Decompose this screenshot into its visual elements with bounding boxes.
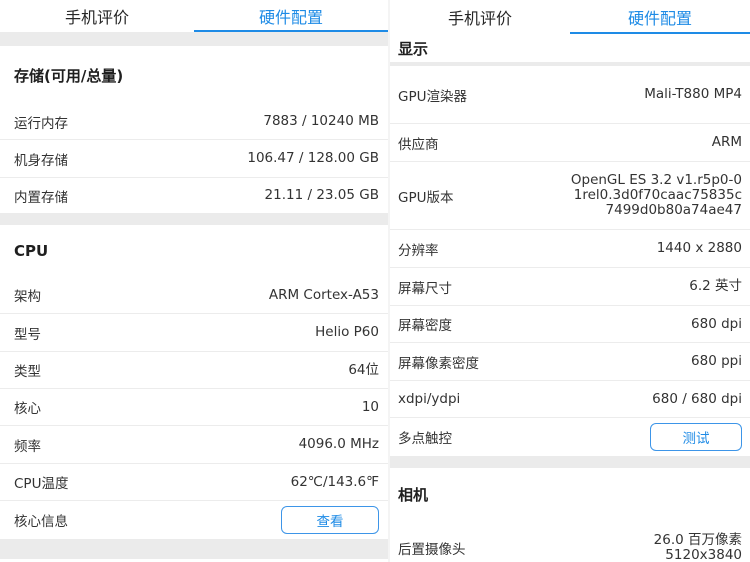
value-line: 26.0 百万像素	[653, 532, 742, 548]
tab-bar: 手机评价 硬件配置	[0, 0, 388, 32]
tab-hardware-config[interactable]: 硬件配置	[194, 0, 388, 32]
test-multitouch-button[interactable]: 测试	[650, 423, 742, 451]
section-gap	[390, 456, 750, 468]
row-label: 分辨率	[398, 242, 439, 259]
row-value: 62℃/143.6℉	[290, 473, 379, 490]
row-label: 内置存储	[14, 189, 68, 206]
value-line: 7499d0b80a74ae47	[605, 202, 742, 218]
row-label: 后置摄像头	[398, 542, 466, 558]
info-row-resolution: 分辨率 1440 x 2880	[390, 230, 750, 268]
row-label: GPU版本	[398, 189, 454, 206]
value-line: 5120x3840	[665, 547, 742, 562]
info-row-gpu-version: GPU版本 OpenGL ES 3.2 v1.r5p0-0 1rel0.3d0f…	[390, 162, 750, 230]
row-label: 架构	[14, 289, 41, 305]
info-row-internal-storage: 机身存储 106.47 / 128.00 GB	[0, 140, 388, 178]
row-value: 6.2 英寸	[689, 278, 742, 294]
row-value-multiline: OpenGL ES 3.2 v1.r5p0-0 1rel0.3d0f70caac…	[571, 173, 742, 218]
info-row-type: 类型 64位	[0, 352, 388, 389]
right-panel: 手机评价 硬件配置 显示 GPU渲染器 Mali-T880 MP4 供应商 AR…	[390, 0, 750, 562]
row-value: Mali-T880 MP4	[644, 86, 742, 102]
section-gap	[0, 32, 388, 46]
row-label: 屏幕密度	[398, 318, 452, 334]
camera-section-title: 相机	[398, 485, 429, 504]
info-row-builtin-storage: 内置存储 21.11 / 23.05 GB	[0, 178, 388, 213]
value-line: OpenGL ES 3.2 v1.r5p0-0	[570, 172, 742, 188]
section-gap	[0, 213, 388, 225]
row-label: 运行内存	[14, 115, 68, 132]
info-row-xdpi-ydpi: xdpi/ydpi 680 / 680 dpi	[390, 381, 750, 418]
row-label: 类型	[14, 364, 41, 380]
info-row-cores: 核心 10	[0, 389, 388, 426]
info-row-multitouch: 多点触控 测试	[390, 418, 750, 456]
info-row-cpu-temperature: CPU温度 62℃/143.6℉	[0, 464, 388, 501]
row-value: ARM	[711, 134, 742, 150]
info-row-screen-size: 屏幕尺寸 6.2 英寸	[390, 268, 750, 306]
row-value: 64位	[348, 361, 379, 378]
tab-phone-review[interactable]: 手机评价	[390, 0, 570, 34]
active-tab-indicator	[194, 30, 388, 32]
info-row-gpu-renderer: GPU渲染器 Mali-T880 MP4	[390, 66, 750, 124]
row-value: 10	[361, 398, 379, 415]
info-row-pixel-density: 屏幕像素密度 680 ppi	[390, 343, 750, 381]
info-row-vendor: 供应商 ARM	[390, 124, 750, 162]
info-row-rear-camera: 后置摄像头 26.0 百万像素 5120x3840	[390, 520, 750, 562]
info-row-architecture: 架构 ARM Cortex-A53	[0, 277, 388, 314]
row-value: 680 / 680 dpi	[652, 390, 742, 407]
row-value-multiline: 26.0 百万像素 5120x3840	[654, 533, 742, 562]
row-value: 21.11 / 23.05 GB	[264, 187, 379, 203]
row-label: 供应商	[398, 136, 439, 153]
display-section-title: 显示	[398, 39, 429, 58]
row-label: 型号	[14, 326, 41, 343]
row-label: 频率	[14, 438, 41, 455]
info-row-model: 型号 Helio P60	[0, 314, 388, 352]
row-label: 核心	[14, 401, 41, 417]
view-cores-button[interactable]: 查看	[281, 506, 379, 534]
row-value: Helio P60	[315, 324, 379, 340]
tab-hardware-config[interactable]: 硬件配置	[570, 0, 750, 34]
row-label: 多点触控	[398, 431, 452, 447]
active-tab-indicator	[570, 32, 750, 34]
row-label: 屏幕尺寸	[398, 280, 452, 297]
section-gap	[0, 539, 388, 559]
value-line: 1rel0.3d0f70caac75835c	[573, 187, 742, 203]
row-label: GPU渲染器	[398, 88, 467, 105]
row-label: CPU温度	[14, 476, 69, 492]
info-row-screen-density: 屏幕密度 680 dpi	[390, 306, 750, 343]
row-value: 106.47 / 128.00 GB	[247, 150, 379, 166]
info-row-ram: 运行内存 7883 / 10240 MB	[0, 104, 388, 140]
left-panel: 手机评价 硬件配置 存储(可用/总量) 运行内存 7883 / 10240 MB…	[0, 0, 388, 562]
row-label: 核心信息	[14, 514, 68, 530]
row-value: 680 dpi	[691, 315, 742, 332]
row-label: 屏幕像素密度	[398, 355, 479, 372]
row-label: xdpi/ydpi	[398, 391, 461, 407]
row-value: 1440 x 2880	[656, 240, 742, 256]
info-row-frequency: 频率 4096.0 MHz	[0, 426, 388, 464]
info-row-core-info: 核心信息 查看	[0, 501, 388, 539]
storage-section-title: 存储(可用/总量)	[14, 66, 124, 85]
row-value: 7883 / 10240 MB	[263, 113, 379, 129]
tab-phone-review[interactable]: 手机评价	[0, 0, 194, 32]
row-value: 680 ppi	[691, 353, 742, 369]
cpu-section-title: CPU	[14, 242, 49, 260]
row-value: 4096.0 MHz	[298, 436, 379, 452]
row-label: 机身存储	[14, 152, 68, 169]
row-value: ARM Cortex-A53	[268, 286, 379, 303]
tab-bar: 手机评价 硬件配置	[390, 0, 750, 34]
